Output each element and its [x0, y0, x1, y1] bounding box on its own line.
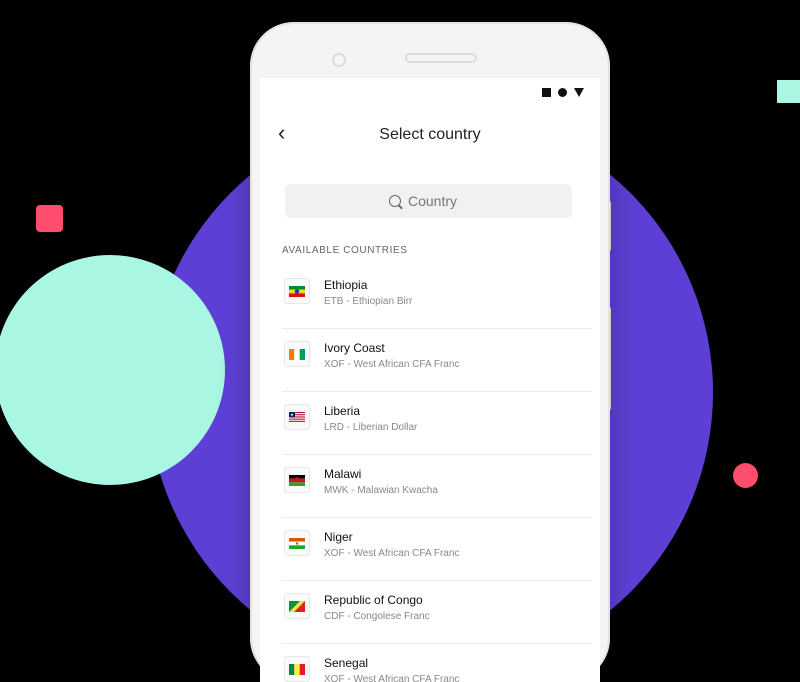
- search-bar[interactable]: [285, 184, 572, 218]
- country-currency: MWK - Malawian Kwacha: [324, 485, 438, 496]
- country-name: Malawi: [324, 467, 362, 481]
- pink-dot-decoration: [733, 463, 758, 488]
- country-name: Liberia: [324, 404, 361, 418]
- search-icon: [389, 195, 401, 207]
- phone-screen: ‹ Select country AVAILABLE COUNTRIES Eth…: [260, 78, 600, 682]
- country-currency: XOF - West African CFA Franc: [324, 548, 460, 559]
- niger-flag-icon: [284, 530, 310, 556]
- liberia-flag-icon: [284, 404, 310, 430]
- country-currency: CDF - Congolese Franc: [324, 611, 430, 622]
- camera-icon: [332, 53, 346, 67]
- country-row-republic-of-congo[interactable]: Republic of Congo CDF - Congolese Franc: [282, 581, 592, 644]
- country-row-ethiopia[interactable]: Ethiopia ETB - Ethiopian Birr: [282, 266, 592, 329]
- mint-square-decoration: [777, 80, 800, 103]
- country-list: Ethiopia ETB - Ethiopian Birr Ivory Coas…: [282, 266, 592, 682]
- circle-icon: [558, 88, 567, 97]
- country-currency: XOF - West African CFA Franc: [324, 359, 460, 370]
- country-currency: LRD - Liberian Dollar: [324, 422, 418, 433]
- phone-frame: ‹ Select country AVAILABLE COUNTRIES Eth…: [250, 22, 610, 682]
- page-title: Select country: [379, 126, 481, 143]
- section-label: AVAILABLE COUNTRIES: [282, 245, 408, 256]
- country-row-ivory-coast[interactable]: Ivory Coast XOF - West African CFA Franc: [282, 329, 592, 392]
- country-row-liberia[interactable]: Liberia LRD - Liberian Dollar: [282, 392, 592, 455]
- country-name: Ivory Coast: [324, 341, 385, 355]
- ivory-coast-flag-icon: [284, 341, 310, 367]
- country-name: Niger: [324, 530, 353, 544]
- status-bar: [542, 88, 584, 97]
- triangle-icon: [574, 88, 584, 97]
- country-row-niger[interactable]: Niger XOF - West African CFA Franc: [282, 518, 592, 581]
- senegal-flag-icon: [284, 656, 310, 682]
- ethiopia-flag-icon: [284, 278, 310, 304]
- congo-flag-icon: [284, 593, 310, 619]
- country-name: Senegal: [324, 656, 369, 670]
- search-input[interactable]: [408, 193, 468, 209]
- country-row-malawi[interactable]: Malawi MWK - Malawian Kwacha: [282, 455, 592, 518]
- country-name: Ethiopia: [324, 278, 368, 292]
- malawi-flag-icon: [284, 467, 310, 493]
- square-icon: [542, 88, 551, 97]
- country-currency: XOF - West African CFA Franc: [324, 674, 460, 682]
- country-name: Republic of Congo: [324, 593, 423, 607]
- country-currency: ETB - Ethiopian Birr: [324, 296, 413, 307]
- pink-square-decoration: [36, 205, 63, 232]
- speaker-grille: [405, 53, 477, 63]
- country-row-senegal[interactable]: Senegal XOF - West African CFA Franc: [282, 644, 592, 682]
- mint-circle-decoration: [0, 255, 225, 485]
